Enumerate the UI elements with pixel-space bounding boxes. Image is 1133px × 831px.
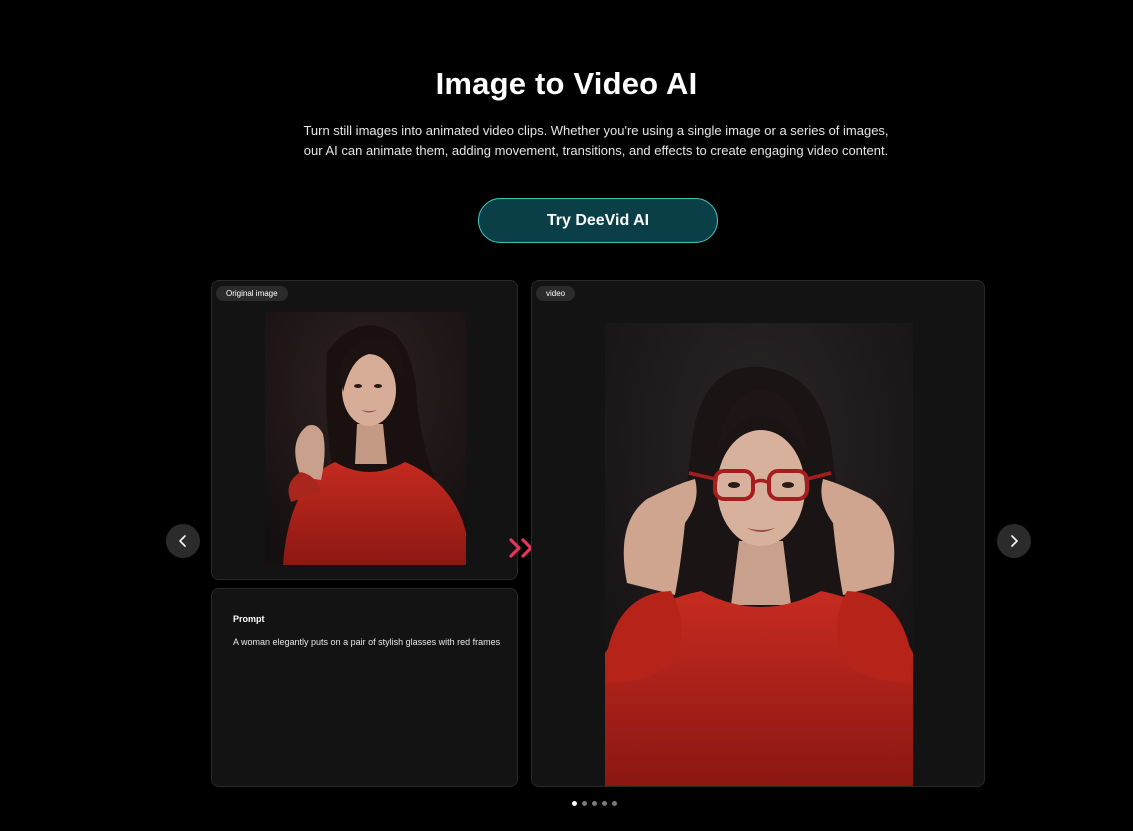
page-description: Turn still images into animated video cl… (266, 121, 926, 161)
original-image-card: Original image (211, 280, 518, 580)
carousel-dot[interactable] (582, 801, 587, 806)
page-title: Image to Video AI (435, 66, 698, 101)
prompt-title: Prompt (233, 614, 265, 624)
description-line-2: our AI can animate them, adding movement… (303, 143, 889, 158)
original-image-tag: Original image (216, 286, 288, 301)
chevron-left-icon (179, 535, 186, 547)
original-image (265, 312, 466, 565)
carousel-dot[interactable] (612, 801, 617, 806)
carousel-dot[interactable] (572, 801, 577, 806)
carousel-next-button[interactable] (997, 524, 1031, 558)
chevron-right-icon (1011, 535, 1018, 547)
try-deevid-button[interactable]: Try DeeVid AI (478, 198, 718, 243)
carousel-dot[interactable] (592, 801, 597, 806)
prompt-text: A woman elegantly puts on a pair of styl… (233, 637, 501, 647)
carousel-dot[interactable] (602, 801, 607, 806)
video-card: video (531, 280, 985, 787)
carousel-prev-button[interactable] (166, 524, 200, 558)
video-preview[interactable] (605, 323, 913, 786)
video-tag: video (536, 286, 576, 301)
prompt-card: Prompt A woman elegantly puts on a pair … (211, 588, 518, 787)
carousel-pagination (572, 801, 617, 806)
description-line-1: Turn still images into animated video cl… (303, 123, 889, 138)
